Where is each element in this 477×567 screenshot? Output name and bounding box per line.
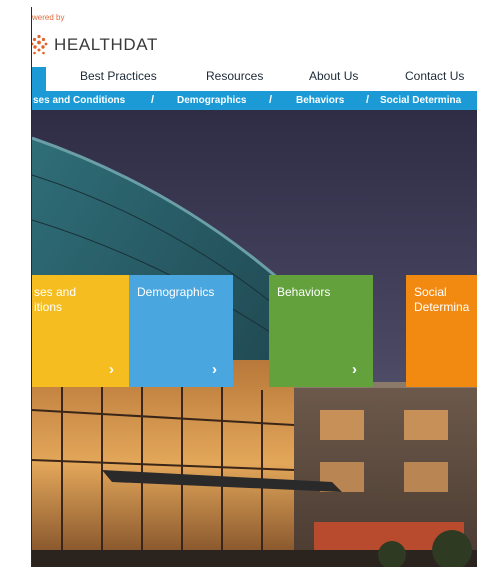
healthdat-logo[interactable]: HEALTHDAT xyxy=(32,33,158,57)
sub-nav: ses and Conditions / Demographics / Beha… xyxy=(32,91,477,110)
nav-active-indicator[interactable] xyxy=(32,67,46,91)
tile-diseases-and-conditions[interactable]: ses and itions › xyxy=(32,275,130,387)
tile-label: Behaviors xyxy=(277,285,331,299)
tile-demographics[interactable]: Demographics › xyxy=(129,275,233,387)
subnav-separator: / xyxy=(151,94,155,106)
nav-resources[interactable]: Resources xyxy=(206,69,263,83)
tile-label: Social Determina xyxy=(414,285,470,314)
healthdat-logo-icon xyxy=(32,34,48,55)
subnav-separator: / xyxy=(366,94,370,106)
tile-behaviors[interactable]: Behaviors › xyxy=(269,275,373,387)
chevron-right-icon: › xyxy=(109,361,114,378)
subnav-diseases-and-conditions[interactable]: ses and Conditions xyxy=(33,95,125,106)
nav-best-practices[interactable]: Best Practices xyxy=(80,69,157,83)
hero-banner: ses and itions › Demographics › Behavior… xyxy=(32,110,477,567)
tile-social-determinants[interactable]: Social Determina xyxy=(406,275,477,387)
main-nav: Best Practices Resources About Us Contac… xyxy=(32,67,477,91)
nav-about-us[interactable]: About Us xyxy=(309,69,358,83)
chevron-right-icon: › xyxy=(212,361,217,378)
logo-text: HEALTHDAT xyxy=(54,35,158,54)
browser-viewport: wered by HEALTHDAT Best Practices Resour… xyxy=(31,7,477,567)
chevron-right-icon: › xyxy=(352,361,357,378)
powered-by-text: wered by xyxy=(32,13,65,22)
subnav-separator: / xyxy=(269,94,273,106)
subnav-behaviors[interactable]: Behaviors xyxy=(296,95,344,106)
nav-contact-us[interactable]: Contact Us xyxy=(405,69,464,83)
tile-label: Demographics xyxy=(137,285,215,299)
subnav-social-determinants[interactable]: Social Determina xyxy=(380,95,461,106)
tile-label: ses and itions xyxy=(34,285,77,314)
subnav-demographics[interactable]: Demographics xyxy=(177,95,246,106)
